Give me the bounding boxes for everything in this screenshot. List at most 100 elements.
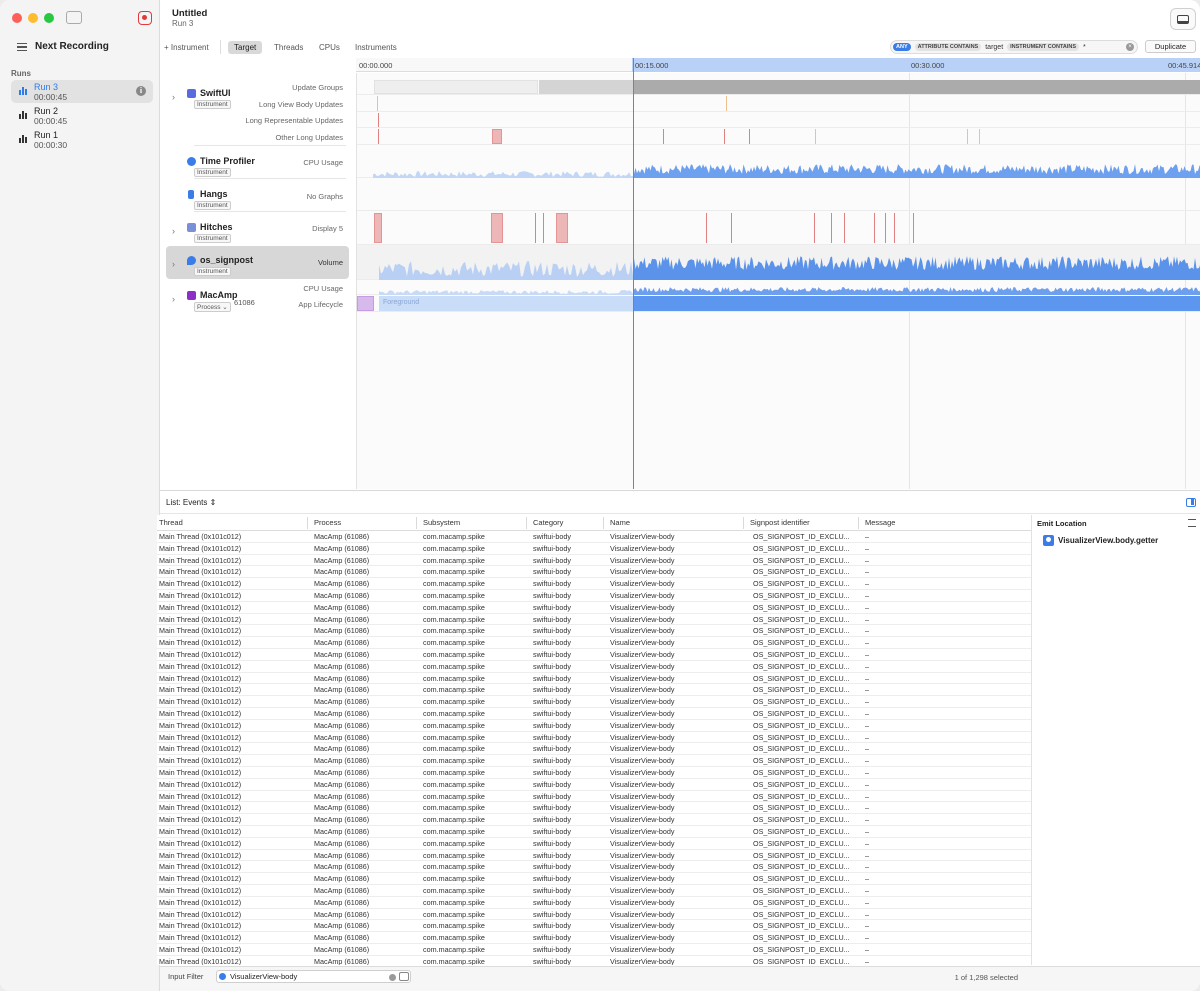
- table-row[interactable]: Main Thread (0x101c012) MacAmp (61086) com…: [157, 826, 1031, 838]
- hitch-mark[interactable]: [543, 213, 544, 243]
- update-group-bar[interactable]: [539, 80, 633, 94]
- update-group-bar[interactable]: [374, 80, 538, 94]
- table-row[interactable]: Main Thread (0x101c012) MacAmp (61086) com…: [157, 767, 1031, 779]
- long-update-mark[interactable]: [815, 129, 816, 144]
- table-row[interactable]: Main Thread (0x101c012) MacAmp (61086) com…: [157, 909, 1031, 921]
- column-divider[interactable]: [743, 517, 744, 529]
- timeline-ruler[interactable]: 00:00.000 00:15.000 00:30.000 00:45.914: [356, 58, 1200, 72]
- table-row[interactable]: Main Thread (0x101c012) MacAmp (61086) com…: [157, 956, 1031, 965]
- instrument-row-hangs[interactable]: Hangs Instrument No Graphs: [166, 180, 349, 211]
- column-header-name[interactable]: Name: [610, 518, 630, 527]
- column-divider[interactable]: [526, 517, 527, 529]
- hitch-mark[interactable]: [874, 213, 875, 243]
- hitch-mark[interactable]: [556, 213, 568, 243]
- chevron-right-icon[interactable]: ›: [172, 259, 175, 269]
- table-row[interactable]: Main Thread (0x101c012) MacAmp (61086) com…: [157, 897, 1031, 909]
- table-row[interactable]: Main Thread (0x101c012) MacAmp (61086) com…: [157, 920, 1031, 933]
- column-header-category[interactable]: Category: [533, 518, 563, 527]
- instrument-row-macamp[interactable]: › MacAmp Process ⌄ 61086 CPU Usage App L…: [166, 281, 349, 314]
- long-update-mark[interactable]: [492, 129, 502, 144]
- hitch-mark[interactable]: [913, 213, 914, 243]
- collapse-icon[interactable]: [1188, 519, 1196, 527]
- hitch-mark[interactable]: [491, 213, 503, 243]
- instrument-contains-pill[interactable]: INSTRUMENT CONTAINS: [1007, 43, 1080, 51]
- long-update-mark[interactable]: [724, 129, 725, 144]
- table-row[interactable]: Main Thread (0x101c012) MacAmp (61086) com…: [157, 732, 1031, 744]
- table-row[interactable]: Main Thread (0x101c012) MacAmp (61086) com…: [157, 885, 1031, 897]
- instrument-row-time-profiler[interactable]: Time Profiler Instrument CPU Usage: [166, 147, 349, 178]
- column-header-signpost-id[interactable]: Signpost identifier: [750, 518, 810, 527]
- attribute-contains-pill[interactable]: ATTRIBUTE CONTAINS: [914, 43, 982, 51]
- long-update-mark[interactable]: [377, 96, 378, 111]
- emit-location-item[interactable]: VisualizerView.body.getter: [1043, 535, 1158, 546]
- table-row[interactable]: Main Thread (0x101c012) MacAmp (61086) com…: [157, 838, 1031, 850]
- foreground-phase-bar[interactable]: [634, 296, 1200, 311]
- run-item[interactable]: Run 1 00:00:30: [11, 128, 153, 151]
- table-row[interactable]: Main Thread (0x101c012) MacAmp (61086) com…: [157, 555, 1031, 567]
- match-any-pill[interactable]: ANY: [893, 43, 911, 51]
- long-update-mark[interactable]: [378, 113, 379, 127]
- table-row[interactable]: Main Thread (0x101c012) MacAmp (61086) com…: [157, 814, 1031, 826]
- hitch-mark[interactable]: [831, 213, 832, 243]
- table-row[interactable]: Main Thread (0x101c012) MacAmp (61086) com…: [157, 861, 1031, 874]
- long-update-mark[interactable]: [979, 129, 980, 144]
- foreground-phase-bar[interactable]: Foreground: [379, 296, 634, 311]
- table-row[interactable]: Main Thread (0x101c012) MacAmp (61086) com…: [157, 944, 1031, 956]
- run-item[interactable]: Run 2 00:00:45: [11, 104, 153, 127]
- hitch-mark[interactable]: [374, 213, 382, 243]
- launch-phase-bar[interactable]: [357, 296, 374, 311]
- table-row[interactable]: Main Thread (0x101c012) MacAmp (61086) com…: [157, 649, 1031, 661]
- run-item[interactable]: Run 3 00:00:45 i: [11, 80, 153, 103]
- tab-instruments[interactable]: Instruments: [355, 41, 397, 54]
- hitch-mark[interactable]: [885, 213, 886, 243]
- table-row[interactable]: Main Thread (0x101c012) MacAmp (61086) com…: [157, 791, 1031, 803]
- instrument-row-hitches[interactable]: › Hitches Instrument Display 5: [166, 213, 349, 244]
- process-selector[interactable]: Process ⌄: [194, 302, 231, 312]
- add-instrument-button[interactable]: + Instrument: [164, 41, 209, 54]
- table-row[interactable]: Main Thread (0x101c012) MacAmp (61086) com…: [157, 578, 1031, 590]
- table-row[interactable]: Main Thread (0x101c012) MacAmp (61086) com…: [157, 637, 1031, 649]
- table-row[interactable]: Main Thread (0x101c012) MacAmp (61086) com…: [157, 543, 1031, 555]
- column-divider[interactable]: [307, 517, 308, 529]
- panel-toggle-button[interactable]: [1170, 8, 1196, 30]
- table-row[interactable]: Main Thread (0x101c012) MacAmp (61086) com…: [157, 755, 1031, 767]
- playhead[interactable]: [633, 58, 634, 489]
- table-row[interactable]: Main Thread (0x101c012) MacAmp (61086) com…: [157, 932, 1031, 944]
- filter-options-icon[interactable]: [399, 972, 409, 981]
- table-row[interactable]: Main Thread (0x101c012) MacAmp (61086) com…: [157, 696, 1031, 708]
- column-header-thread[interactable]: Thread: [159, 518, 183, 527]
- clear-filter-icon[interactable]: [389, 974, 396, 981]
- chevron-right-icon[interactable]: ›: [172, 226, 175, 236]
- column-header-process[interactable]: Process: [314, 518, 341, 527]
- long-update-mark[interactable]: [663, 129, 664, 144]
- list-type-select[interactable]: List: Events ⇕: [166, 498, 216, 507]
- table-row[interactable]: Main Thread (0x101c012) MacAmp (61086) com…: [157, 614, 1031, 626]
- hitch-mark[interactable]: [731, 213, 732, 243]
- table-row[interactable]: Main Thread (0x101c012) MacAmp (61086) com…: [157, 531, 1031, 543]
- track-area[interactable]: Foreground: [356, 58, 1200, 489]
- info-icon[interactable]: i: [136, 86, 146, 96]
- tab-threads[interactable]: Threads: [274, 41, 303, 54]
- chevron-right-icon[interactable]: ›: [172, 294, 175, 304]
- table-row[interactable]: Main Thread (0x101c012) MacAmp (61086) com…: [157, 779, 1031, 791]
- minimize-window-button[interactable]: [28, 13, 38, 23]
- long-update-mark[interactable]: [967, 129, 968, 144]
- table-row[interactable]: Main Thread (0x101c012) MacAmp (61086) com…: [157, 566, 1031, 579]
- table-row[interactable]: Main Thread (0x101c012) MacAmp (61086) com…: [157, 625, 1031, 638]
- hitch-mark[interactable]: [894, 213, 895, 243]
- table-row[interactable]: Main Thread (0x101c012) MacAmp (61086) com…: [157, 661, 1031, 673]
- tab-cpus[interactable]: CPUs: [319, 41, 340, 54]
- table-row[interactable]: Main Thread (0x101c012) MacAmp (61086) com…: [157, 873, 1031, 885]
- tab-target[interactable]: Target: [228, 41, 263, 54]
- update-group-bar[interactable]: [634, 80, 1200, 94]
- instrument-row-swiftui[interactable]: › SwiftUI Instrument Update Groups Long …: [166, 79, 349, 145]
- table-row[interactable]: Main Thread (0x101c012) MacAmp (61086) com…: [157, 673, 1031, 685]
- table-row[interactable]: Main Thread (0x101c012) MacAmp (61086) com…: [157, 708, 1031, 720]
- close-window-button[interactable]: [12, 13, 22, 23]
- hitch-mark[interactable]: [535, 213, 536, 243]
- hitch-mark[interactable]: [814, 213, 815, 243]
- hitch-mark[interactable]: [706, 213, 707, 243]
- table-row[interactable]: Main Thread (0x101c012) MacAmp (61086) com…: [157, 602, 1031, 614]
- table-row[interactable]: Main Thread (0x101c012) MacAmp (61086) com…: [157, 743, 1031, 756]
- table-row[interactable]: Main Thread (0x101c012) MacAmp (61086) com…: [157, 720, 1031, 732]
